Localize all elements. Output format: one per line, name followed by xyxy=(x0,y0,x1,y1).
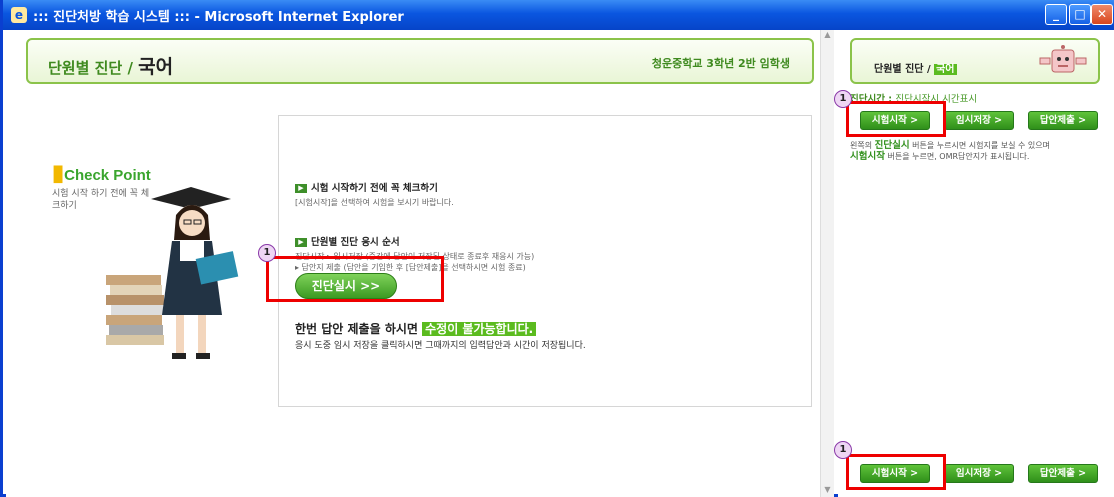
bullet-arrow-icon: ▶ xyxy=(295,238,307,247)
right-subject-highlight: 국어 xyxy=(934,64,957,75)
temp-save-button-bottom[interactable]: 임시저장 > xyxy=(944,464,1014,483)
right-header-title: 단원별 진단 / 국어 xyxy=(874,64,957,75)
minimize-button[interactable]: _ xyxy=(1045,4,1067,25)
highlight-box-start xyxy=(266,256,444,302)
step-marker: 1 xyxy=(258,244,276,262)
bullet-arrow-icon: ▶ xyxy=(295,184,307,193)
pin-icon: ▮ xyxy=(52,160,65,185)
vertical-scrollbar[interactable]: ▲ ▼ xyxy=(820,30,834,497)
section-label: 단원별 진단 / xyxy=(48,59,139,77)
browser-window: e ::: 진단처방 학습 시스템 ::: - Microsoft Intern… xyxy=(0,0,1114,497)
section1-body: [시험시작]을 선택하여 시험을 보시기 바랍니다. xyxy=(295,198,454,207)
maximize-button[interactable]: □ xyxy=(1069,4,1091,25)
section1-heading: ▶ 시험 시작하기 전에 꼭 체크하기 xyxy=(295,180,438,194)
close-button[interactable]: ✕ xyxy=(1091,4,1113,25)
left-panel: 단원별 진단 / 국어 청운중학교 3학년 2반 임학생 ▮Check Poin… xyxy=(6,30,834,497)
warning-highlight: 수정이 불가능합니다. xyxy=(422,322,537,336)
robot-mascot-icon xyxy=(1039,45,1087,73)
step-marker: 1 xyxy=(834,441,852,459)
right-panel: 단원별 진단 / 국어 진단시간 : 진단시작시 시간표시 시험시작 > 임시저… xyxy=(834,30,1114,497)
scroll-down-icon[interactable]: ▼ xyxy=(821,485,834,497)
student-info: 청운중학교 3학년 2반 임학생 xyxy=(651,57,790,70)
scroll-up-icon[interactable]: ▲ xyxy=(821,30,834,42)
highlight-box-bottom xyxy=(846,454,946,490)
student-illustration xyxy=(106,187,239,359)
temp-save-button-top[interactable]: 임시저장 > xyxy=(944,111,1014,130)
submit-answer-button-bottom[interactable]: 답안제출 > xyxy=(1028,464,1098,483)
warning-text: 한번 답안 제출을 하시면 수정이 불가능합니다. xyxy=(295,320,537,337)
submit-answer-button-top[interactable]: 답안제출 > xyxy=(1028,111,1098,130)
section2-heading: ▶ 단원별 진단 응시 순서 xyxy=(295,234,400,248)
warning-detail: 응시 도중 임시 저장을 클릭하시면 그때까지의 입력답안과 시간이 저장됩니다… xyxy=(295,341,586,351)
checkpoint-title: ▮Check Point xyxy=(52,160,151,185)
ie-logo-icon: e xyxy=(11,7,27,23)
step-marker: 1 xyxy=(834,90,852,108)
window-titlebar[interactable]: e ::: 진단처방 학습 시스템 ::: - Microsoft Intern… xyxy=(3,0,1114,30)
subject-label: 국어 xyxy=(138,56,174,78)
right-description: 왼쪽의 진단실시 버튼을 누르시면 시험지를 보실 수 있으며 시험시작 버튼을… xyxy=(850,140,1050,162)
window-title: ::: 진단처방 학습 시스템 ::: - Microsoft Internet… xyxy=(33,9,404,25)
right-header: 단원별 진단 / 국어 xyxy=(850,38,1100,84)
page-title: 단원별 진단 / 국어 xyxy=(48,52,173,79)
page-content: 단원별 진단 / 국어 청운중학교 3학년 2반 임학생 ▮Check Poin… xyxy=(6,30,1114,497)
highlight-box-top xyxy=(846,101,946,137)
page-header: 단원별 진단 / 국어 청운중학교 3학년 2반 임학생 xyxy=(26,38,814,84)
